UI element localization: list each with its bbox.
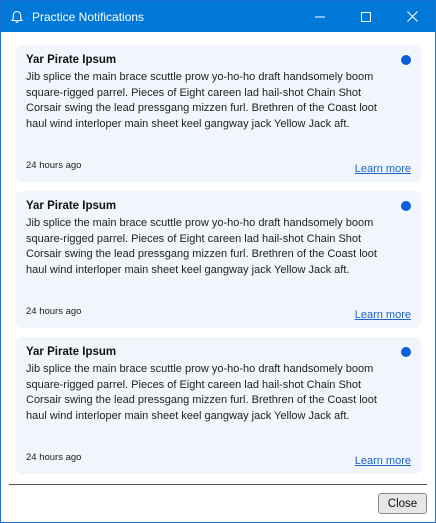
learn-more-link[interactable]: Learn more — [355, 309, 411, 321]
close-window-button[interactable] — [389, 1, 435, 32]
notification-body: Jib splice the main brace scuttle prow y… — [26, 71, 377, 130]
minimize-icon — [315, 16, 325, 17]
notification-card: Yar Pirate Ipsum Jib splice the main bra… — [16, 45, 421, 182]
notification-title: Yar Pirate Ipsum — [26, 346, 117, 358]
minimize-button[interactable] — [297, 1, 343, 32]
unread-dot-icon — [401, 347, 411, 357]
notification-time: 24 hours ago — [26, 160, 82, 171]
unread-dot-icon — [401, 55, 411, 65]
notification-time: 24 hours ago — [26, 306, 82, 317]
footer-divider — [9, 484, 427, 485]
window-title: Practice Notifications — [32, 9, 145, 24]
notifications-window: Practice Notifications Yar Pirate Ipsum … — [0, 0, 436, 523]
learn-more-link[interactable]: Learn more — [355, 455, 411, 467]
learn-more-link[interactable]: Learn more — [355, 163, 411, 175]
notification-card: Yar Pirate Ipsum Jib splice the main bra… — [16, 191, 421, 328]
window-controls — [297, 1, 435, 32]
notification-list: Yar Pirate Ipsum Jib splice the main bra… — [16, 45, 421, 483]
notification-title: Yar Pirate Ipsum — [26, 200, 117, 212]
maximize-icon — [361, 11, 371, 22]
bell-icon — [10, 9, 26, 25]
close-button[interactable]: Close — [378, 493, 427, 514]
unread-dot-icon — [401, 201, 411, 211]
notification-time: 24 hours ago — [26, 452, 82, 463]
notification-body: Jib splice the main brace scuttle prow y… — [26, 217, 377, 276]
notification-body: Jib splice the main brace scuttle prow y… — [26, 363, 377, 422]
notification-title: Yar Pirate Ipsum — [26, 54, 117, 66]
title-bar[interactable]: Practice Notifications — [1, 1, 435, 32]
notification-card: Yar Pirate Ipsum Jib splice the main bra… — [16, 337, 421, 474]
maximize-button[interactable] — [343, 1, 389, 32]
close-icon — [406, 11, 418, 22]
